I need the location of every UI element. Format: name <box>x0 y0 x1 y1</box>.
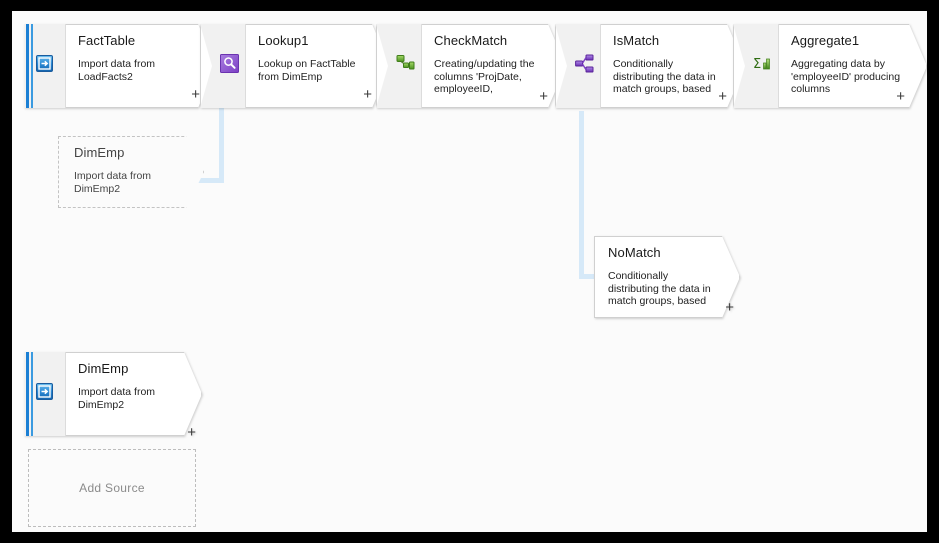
node-body: DimEmp Import data from DimEmp2 + <box>66 352 202 436</box>
svg-text:Σ: Σ <box>753 57 761 72</box>
node-title: NoMatch <box>608 245 661 260</box>
add-source-button[interactable]: Add Source <box>28 449 196 527</box>
node-description: Conditionally distributing the data in m… <box>613 58 716 95</box>
node-check-match[interactable]: CheckMatch Creating/updating the columns… <box>376 24 566 108</box>
add-next-step-button[interactable]: + <box>725 300 734 315</box>
node-body: CheckMatch Creating/updating the columns… <box>422 24 566 108</box>
node-body: Aggregate1 Aggregating data by 'employee… <box>779 24 927 108</box>
node-title: Aggregate1 <box>791 33 860 48</box>
node-aggregate1[interactable]: Σ Aggregate1 Aggregating data by 'employ… <box>733 24 927 108</box>
node-description: Conditionally distributing the data in m… <box>608 270 711 307</box>
node-title: DimEmp <box>78 361 129 376</box>
node-is-match[interactable]: IsMatch Conditionally distributing the d… <box>555 24 745 108</box>
source-stripe-gutter <box>24 24 66 108</box>
screenshot-frame: FactTable Import data from LoadFacts2 + <box>0 0 939 543</box>
node-description: Import data from DimEmp2 <box>74 170 152 195</box>
add-next-step-button[interactable]: + <box>363 87 372 102</box>
node-title: FactTable <box>78 33 136 48</box>
node-body: Lookup1 Lookup on FactTable from DimEmp … <box>246 24 390 108</box>
node-description: Import data from LoadFacts2 <box>78 58 156 83</box>
node-title: IsMatch <box>613 33 660 48</box>
add-next-step-button[interactable]: + <box>896 89 905 104</box>
derived-column-icon <box>396 54 415 78</box>
node-body: IsMatch Conditionally distributing the d… <box>601 24 745 108</box>
node-title: Lookup1 <box>258 33 309 48</box>
data-flow-canvas[interactable]: FactTable Import data from LoadFacts2 + <box>12 11 927 532</box>
node-description: Creating/updating the columns 'ProjDate,… <box>434 58 535 95</box>
add-next-step-button[interactable]: + <box>191 87 200 102</box>
conditional-split-icon <box>575 54 594 78</box>
node-description: Import data from DimEmp2 <box>78 386 156 411</box>
add-next-step-button[interactable]: + <box>187 425 196 436</box>
node-fact-table[interactable]: FactTable Import data from LoadFacts2 + <box>24 24 216 108</box>
node-body: NoMatch Conditionally distributing the d… <box>594 236 740 318</box>
node-lookup1[interactable]: Lookup1 Lookup on FactTable from DimEmp … <box>200 24 390 108</box>
add-next-step-button[interactable]: + <box>718 89 727 104</box>
node-description: Lookup on FactTable from DimEmp <box>258 58 356 83</box>
node-title: DimEmp <box>74 145 125 160</box>
lookup-magnifier-icon <box>220 54 239 78</box>
node-no-match[interactable]: NoMatch Conditionally distributing the d… <box>594 236 740 318</box>
aggregate-sigma-icon: Σ <box>753 54 772 78</box>
node-dim-emp-source[interactable]: DimEmp Import data from DimEmp2 + <box>24 352 202 436</box>
import-source-icon <box>36 55 53 77</box>
node-body: FactTable Import data from LoadFacts2 + <box>66 24 216 108</box>
node-dim-emp-reference[interactable]: DimEmp Import data from DimEmp2 <box>58 136 204 208</box>
add-next-step-button[interactable]: + <box>539 89 548 104</box>
node-description: Aggregating data by 'employeeID' produci… <box>791 58 901 95</box>
import-source-icon <box>36 383 53 405</box>
source-stripe-gutter <box>24 352 66 436</box>
node-body: DimEmp Import data from DimEmp2 <box>58 136 204 208</box>
node-title: CheckMatch <box>434 33 508 48</box>
